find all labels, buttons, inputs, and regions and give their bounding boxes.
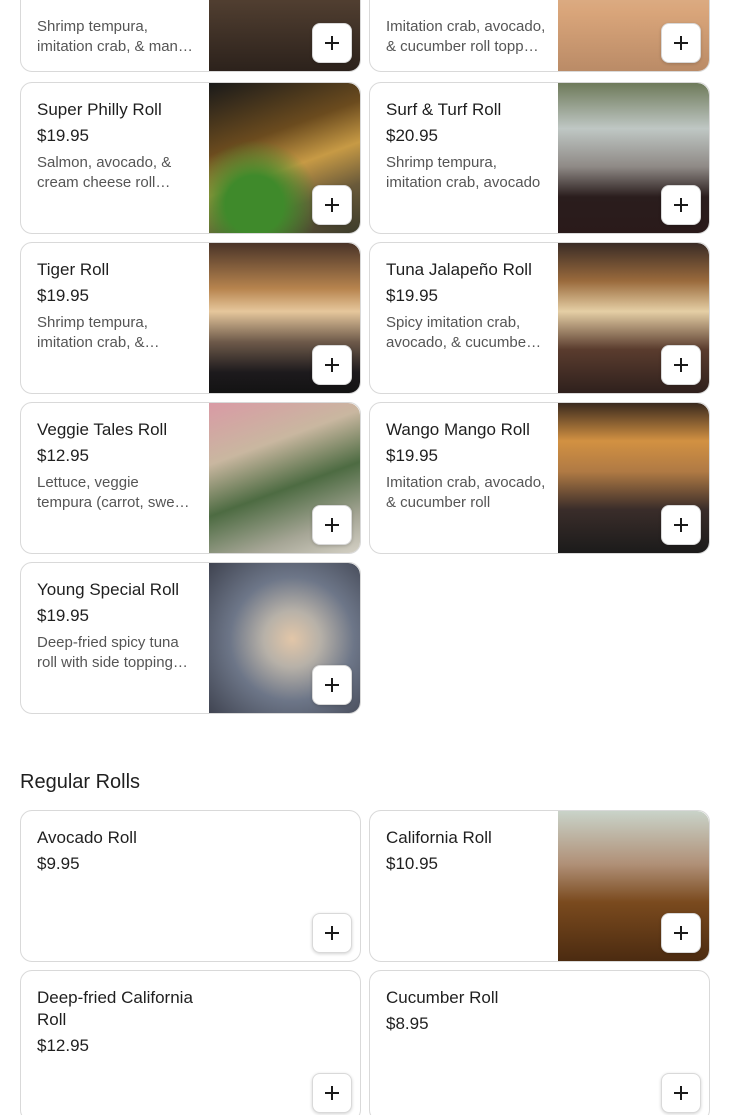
item-name: Cucumber Roll <box>386 988 499 1007</box>
item-price: $9.95 <box>37 854 80 873</box>
menu-item-card[interactable]: Super Philly Roll $19.95 Salmon, avocado… <box>20 82 361 234</box>
add-to-cart-button[interactable] <box>312 913 352 953</box>
plus-icon <box>325 1086 339 1100</box>
item-price: $20.95 <box>386 126 438 145</box>
plus-icon <box>674 1086 688 1100</box>
card-text: Surf & Turf Roll $20.95 Shrimp tempura, … <box>386 99 546 193</box>
menu-item-card[interactable]: Surf & Turf Roll $20.95 Shrimp tempura, … <box>369 82 710 234</box>
item-name: Tiger Roll <box>37 260 110 279</box>
card-text: Tuna Jalapeño Roll $19.95 Spicy imitatio… <box>386 259 546 353</box>
plus-icon <box>325 518 339 532</box>
menu-item-card[interactable]: Cucumber Roll $8.95 <box>369 970 710 1115</box>
plus-icon <box>674 36 688 50</box>
add-to-cart-button[interactable] <box>661 913 701 953</box>
plus-icon <box>674 518 688 532</box>
card-text: Veggie Tales Roll $12.95 Lettuce, veggie… <box>37 419 197 513</box>
card-text: Wango Mango Roll $19.95 Imitation crab, … <box>386 419 546 513</box>
add-to-cart-button[interactable] <box>312 665 352 705</box>
item-description: Spicy imitation crab, avocado, & cucumbe… <box>386 314 532 351</box>
card-text: Imitation crab, avocado, & cucumber roll… <box>386 0 546 57</box>
plus-icon <box>325 198 339 212</box>
menu-item-card[interactable]: Wango Mango Roll $19.95 Imitation crab, … <box>369 402 710 554</box>
add-to-cart-button[interactable] <box>661 345 701 385</box>
plus-icon <box>674 198 688 212</box>
card-text: Cucumber Roll $8.95 <box>386 987 546 1035</box>
item-name: Avocado Roll <box>37 828 137 847</box>
menu-item-card[interactable]: Shrimp tempura, imitation crab, & mango … <box>20 0 361 72</box>
item-price: $19.95 <box>37 126 89 145</box>
section-title-regular-rolls: Regular Rolls <box>20 771 141 793</box>
menu-item-card[interactable]: Imitation crab, avocado, & cucumber roll… <box>369 0 710 72</box>
item-price: $10.95 <box>386 854 438 873</box>
menu-item-card[interactable]: Veggie Tales Roll $12.95 Lettuce, veggie… <box>20 402 361 554</box>
card-text: Super Philly Roll $19.95 Salmon, avocado… <box>37 99 197 193</box>
card-text: Tiger Roll $19.95 Shrimp tempura, imitat… <box>37 259 197 353</box>
item-price: $12.95 <box>37 1036 89 1055</box>
menu-item-card[interactable]: Tuna Jalapeño Roll $19.95 Spicy imitatio… <box>369 242 710 394</box>
item-price: $19.95 <box>386 446 438 465</box>
menu-item-card[interactable]: Avocado Roll $9.95 <box>20 810 361 962</box>
add-to-cart-button[interactable] <box>661 23 701 63</box>
card-text: Avocado Roll $9.95 <box>37 827 197 875</box>
item-description: Shrimp tempura, imitation crab, & mango … <box>37 18 195 55</box>
plus-icon <box>325 678 339 692</box>
item-name: Super Philly Roll <box>37 100 162 119</box>
item-name: Surf & Turf Roll <box>386 100 502 119</box>
add-to-cart-button[interactable] <box>312 1073 352 1113</box>
add-to-cart-button[interactable] <box>661 185 701 225</box>
plus-icon <box>674 926 688 940</box>
item-description: Deep-fried spicy tuna roll with side top… <box>37 634 179 671</box>
menu-item-card[interactable]: Deep-fried California Roll $12.95 <box>20 970 361 1115</box>
card-text: Shrimp tempura, imitation crab, & mango … <box>37 0 197 57</box>
menu-item-card[interactable]: Young Special Roll $19.95 Deep-fried spi… <box>20 562 361 714</box>
add-to-cart-button[interactable] <box>312 185 352 225</box>
plus-icon <box>325 36 339 50</box>
item-name: Tuna Jalapeño Roll <box>386 260 532 279</box>
add-to-cart-button[interactable] <box>661 505 701 545</box>
plus-icon <box>674 358 688 372</box>
add-to-cart-button[interactable] <box>312 345 352 385</box>
item-price: $12.95 <box>37 446 89 465</box>
item-price: $19.95 <box>37 286 89 305</box>
item-description: Imitation crab, avocado, & cucumber roll <box>386 474 546 511</box>
item-description: Shrimp tempura, imitation crab, & avocad… <box>37 314 148 351</box>
item-name: Veggie Tales Roll <box>37 420 168 439</box>
item-name: Deep-fried California Roll <box>37 988 193 1029</box>
item-description: Shrimp tempura, imitation crab, avocado <box>386 154 541 191</box>
card-text: Young Special Roll $19.95 Deep-fried spi… <box>37 579 197 673</box>
item-price: $19.95 <box>37 606 89 625</box>
plus-icon <box>325 358 339 372</box>
menu-item-card[interactable]: Tiger Roll $19.95 Shrimp tempura, imitat… <box>20 242 361 394</box>
item-description: Lettuce, veggie tempura (carrot, sweet p… <box>37 474 188 511</box>
item-description: Imitation crab, avocado, & cucumber roll… <box>386 18 546 55</box>
item-name: Wango Mango Roll <box>386 420 530 439</box>
plus-icon <box>325 926 339 940</box>
item-name: Young Special Roll <box>37 580 180 599</box>
card-text: Deep-fried California Roll $12.95 <box>37 987 197 1057</box>
menu-item-card[interactable]: California Roll $10.95 <box>369 810 710 962</box>
add-to-cart-button[interactable] <box>312 505 352 545</box>
add-to-cart-button[interactable] <box>661 1073 701 1113</box>
item-description: Salmon, avocado, & cream cheese roll top… <box>37 154 172 191</box>
card-text: California Roll $10.95 <box>386 827 546 875</box>
add-to-cart-button[interactable] <box>312 23 352 63</box>
item-price: $8.95 <box>386 1014 429 1033</box>
item-price: $19.95 <box>386 286 438 305</box>
item-name: California Roll <box>386 828 492 847</box>
